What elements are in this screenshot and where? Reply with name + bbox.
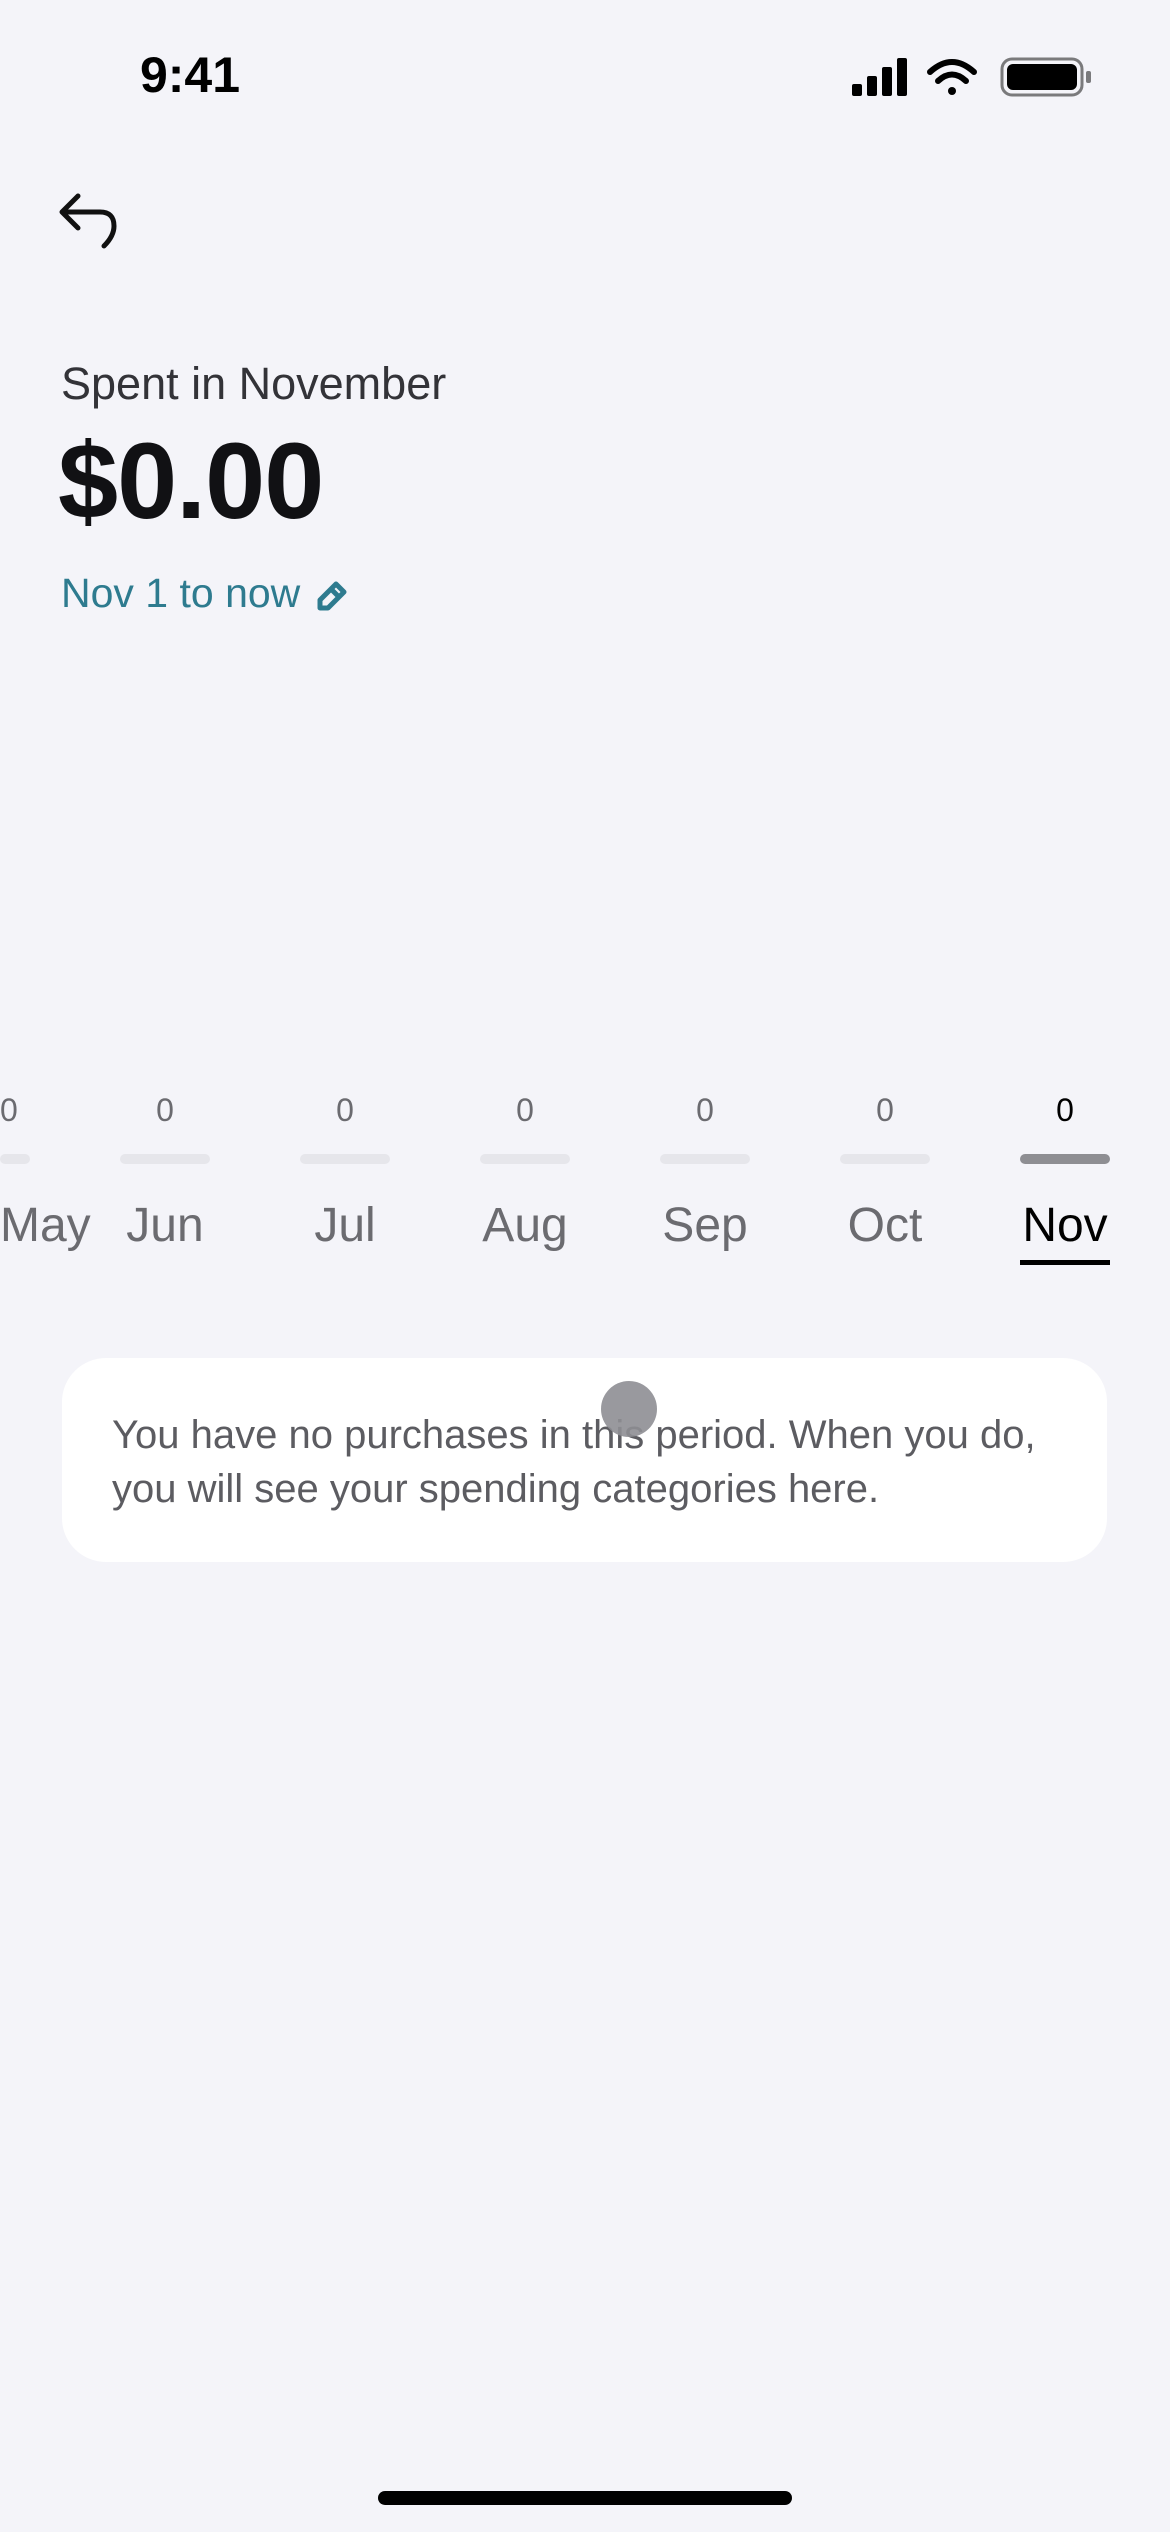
month-jul[interactable]: 0 Jul (255, 1090, 435, 1280)
battery-icon (1000, 57, 1091, 97)
month-value: 0 (516, 1092, 534, 1128)
month-value: 0 (0, 1092, 18, 1128)
month-nov[interactable]: 0 Nov (975, 1090, 1155, 1280)
month-label: Oct (847, 1199, 923, 1252)
status-time: 9:41 (139, 47, 241, 103)
home-indicator[interactable] (378, 2491, 792, 2505)
month-value: 0 (336, 1092, 354, 1128)
month-bar (120, 1154, 210, 1164)
selected-underline (1020, 1260, 1110, 1265)
month-oct[interactable]: 0 Oct (795, 1090, 975, 1280)
spent-amount: $0.00 (58, 420, 324, 541)
month-jun[interactable]: 0 Jun (75, 1090, 255, 1280)
month-value: 0 (1056, 1092, 1074, 1128)
spent-period-label: Spent in November (61, 358, 447, 409)
month-label: Nov (1022, 1199, 1108, 1252)
touch-indicator (601, 1381, 657, 1437)
month-value: 0 (876, 1092, 894, 1128)
month-bar (660, 1154, 750, 1164)
month-bar (840, 1154, 930, 1164)
month-label: Jun (126, 1199, 204, 1252)
pencil-icon (317, 581, 347, 610)
empty-state-message: You have no purchases in this period. Wh… (112, 1413, 1036, 1511)
month-may[interactable]: 0 May (0, 1090, 91, 1280)
month-label: Aug (482, 1199, 568, 1252)
month-value: 0 (156, 1092, 174, 1128)
month-bar (1020, 1154, 1110, 1164)
month-value: 0 (696, 1092, 714, 1128)
month-bar (300, 1154, 390, 1164)
month-label: Jul (314, 1199, 376, 1252)
date-range-button[interactable]: Nov 1 to now (61, 570, 350, 617)
back-arrow-icon[interactable] (56, 188, 124, 256)
wifi-icon (927, 59, 977, 95)
month-aug[interactable]: 0 Aug (435, 1090, 615, 1280)
status-icons (852, 57, 1091, 97)
month-bar (0, 1154, 30, 1164)
date-range-label: Nov 1 to now (61, 570, 301, 616)
cellular-signal-icon (852, 58, 907, 96)
month-bar (480, 1154, 570, 1164)
month-sep[interactable]: 0 Sep (615, 1090, 795, 1280)
month-label: Sep (662, 1199, 748, 1252)
empty-state-card: You have no purchases in this period. Wh… (62, 1358, 1107, 1562)
